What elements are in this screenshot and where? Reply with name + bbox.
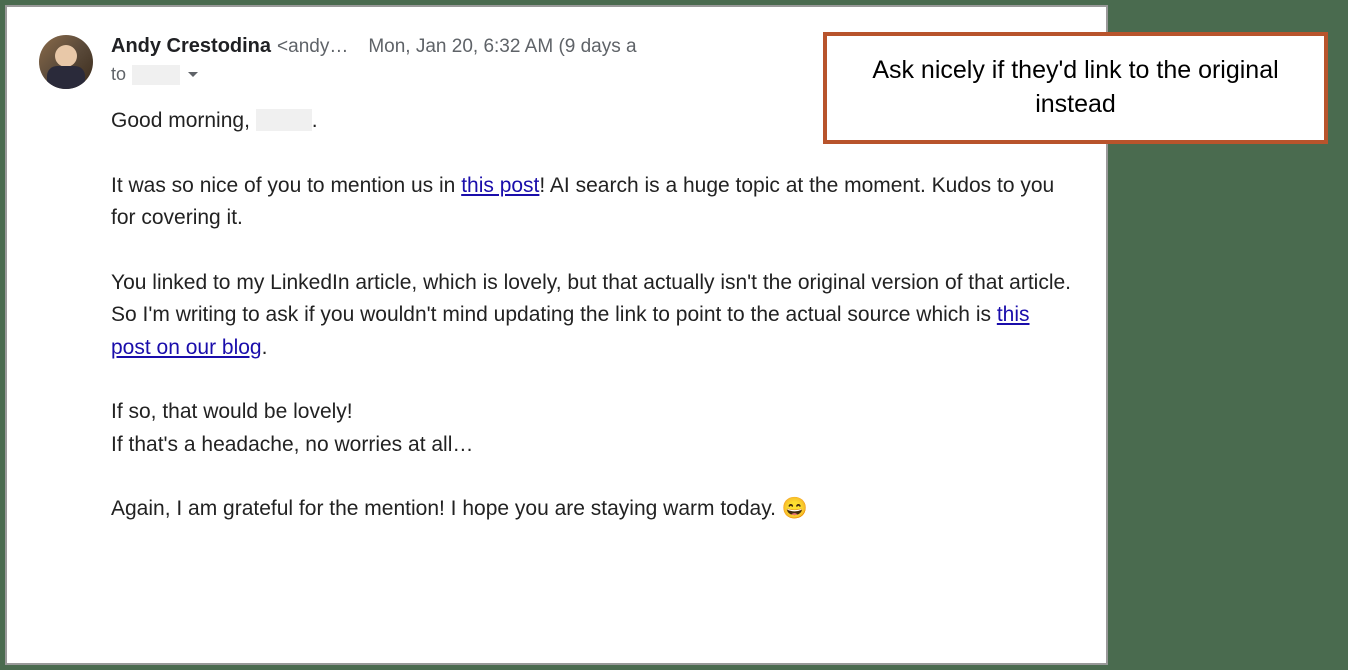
sender-avatar[interactable] [39, 35, 93, 89]
paragraph-2: It was so nice of you to mention us in t… [111, 170, 1074, 235]
greeting-prefix: Good morning, [111, 109, 256, 132]
paragraph-5: Again, I am grateful for the mention! I … [111, 493, 1074, 526]
link-this-post[interactable]: this post [461, 174, 539, 197]
p3-text2: . [262, 336, 268, 359]
callout-text: Ask nicely if they'd link to the origina… [872, 56, 1278, 118]
annotation-callout: Ask nicely if they'd link to the origina… [823, 32, 1328, 144]
sender-email: <andy… [277, 36, 348, 58]
greeting-suffix: . [312, 109, 318, 132]
recipient-redacted [132, 65, 180, 85]
to-label: to [111, 64, 126, 85]
sender-name[interactable]: Andy Crestodina [111, 35, 271, 58]
name-redacted [256, 109, 312, 131]
p4-line2: If that's a headache, no worries at all… [111, 429, 1074, 462]
email-timestamp: Mon, Jan 20, 6:32 AM (9 days a [368, 36, 636, 58]
p4-line1: If so, that would be lovely! [111, 396, 1074, 429]
p2-text1: It was so nice of you to mention us in [111, 174, 461, 197]
p3-text1: You linked to my LinkedIn article, which… [111, 271, 1071, 327]
email-body: Good morning, . It was so nice of you to… [111, 105, 1074, 526]
paragraph-3: You linked to my LinkedIn article, which… [111, 267, 1074, 365]
chevron-down-icon[interactable] [188, 72, 198, 77]
